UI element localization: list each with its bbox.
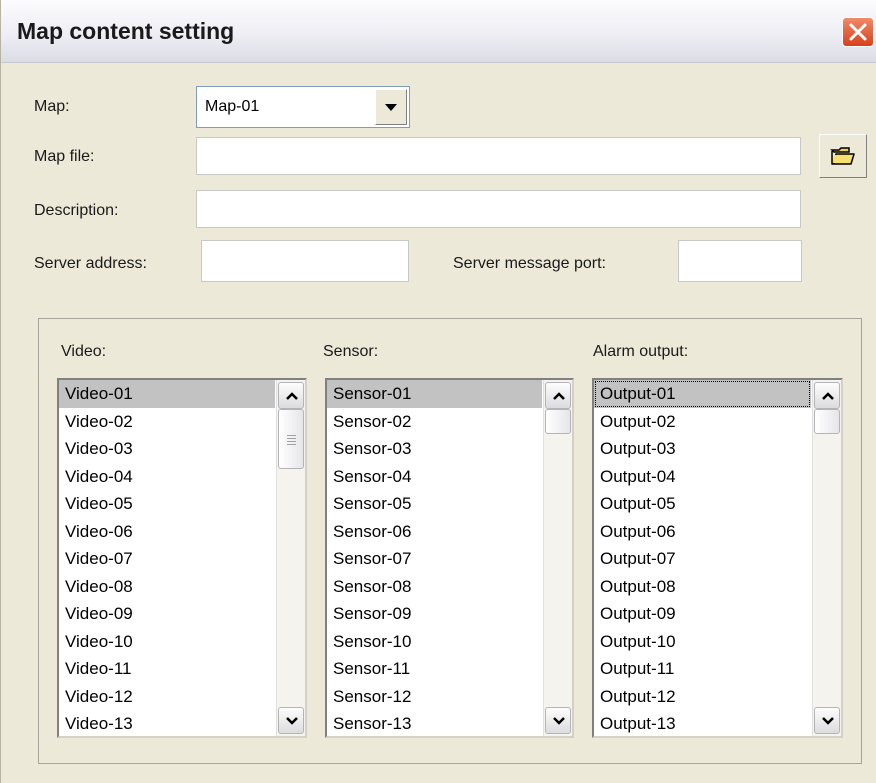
- map-select[interactable]: Map-01: [196, 86, 410, 128]
- list-item[interactable]: Video-07: [59, 545, 275, 573]
- sensor-list-scrollbar[interactable]: [543, 380, 572, 736]
- server-address-input[interactable]: [201, 240, 409, 282]
- list-item[interactable]: Video-11: [59, 655, 275, 683]
- list-item[interactable]: Output-04: [594, 463, 811, 491]
- list-item[interactable]: Video-04: [59, 463, 275, 491]
- list-item[interactable]: Video-09: [59, 600, 275, 628]
- list-item[interactable]: Output-02: [594, 408, 811, 436]
- alarm-output-list-label: Alarm output:: [593, 343, 689, 360]
- list-item[interactable]: Sensor-07: [327, 545, 542, 573]
- sensor-list-label: Sensor:: [323, 343, 379, 360]
- list-item[interactable]: Sensor-09: [327, 600, 542, 628]
- chevron-down-icon: [286, 717, 298, 725]
- chevron-down-icon: [385, 104, 397, 111]
- chevron-down-icon: [553, 717, 565, 725]
- close-button[interactable]: [842, 17, 874, 47]
- list-item[interactable]: Output-09: [594, 600, 811, 628]
- list-item[interactable]: Video-03: [59, 435, 275, 463]
- scroll-up-button[interactable]: [545, 382, 571, 409]
- map-file-input[interactable]: [196, 137, 801, 175]
- server-port-input[interactable]: [678, 240, 802, 282]
- scroll-down-button[interactable]: [814, 707, 840, 734]
- scroll-down-button[interactable]: [545, 707, 571, 734]
- list-item[interactable]: Sensor-11: [327, 655, 542, 683]
- list-item[interactable]: Output-11: [594, 655, 811, 683]
- list-item[interactable]: Video-08: [59, 573, 275, 601]
- scroll-thumb[interactable]: [814, 409, 840, 434]
- browse-button[interactable]: [819, 134, 867, 178]
- server-port-label: Server message port:: [453, 255, 606, 272]
- video-list[interactable]: Video-01 Video-02 Video-03 Video-04 Vide…: [57, 378, 307, 738]
- dialog-title: Map content setting: [17, 18, 235, 44]
- list-item[interactable]: Sensor-01: [327, 380, 542, 408]
- scroll-thumb[interactable]: [545, 409, 571, 434]
- scroll-thumb[interactable]: [278, 409, 304, 469]
- list-item[interactable]: Video-10: [59, 628, 275, 656]
- chevron-up-icon: [286, 392, 298, 400]
- list-item[interactable]: Sensor-06: [327, 518, 542, 546]
- alarm-output-list[interactable]: Output-01 Output-02 Output-03 Output-04 …: [592, 378, 843, 738]
- list-item[interactable]: Output-10: [594, 628, 811, 656]
- list-item[interactable]: Output-05: [594, 490, 811, 518]
- sensor-list-items: Sensor-01 Sensor-02 Sensor-03 Sensor-04 …: [327, 380, 542, 736]
- list-item[interactable]: Video-02: [59, 408, 275, 436]
- list-item[interactable]: Sensor-08: [327, 573, 542, 601]
- list-item[interactable]: Sensor-03: [327, 435, 542, 463]
- title-bar[interactable]: Map content setting: [1, 0, 876, 63]
- map-file-label: Map file:: [34, 148, 95, 165]
- video-list-items: Video-01 Video-02 Video-03 Video-04 Vide…: [59, 380, 275, 736]
- list-item[interactable]: Output-01: [594, 380, 811, 408]
- map-content-dialog: Map content setting Map: Map-01 Map file…: [0, 0, 876, 783]
- list-item[interactable]: Output-06: [594, 518, 811, 546]
- list-item[interactable]: Output-13: [594, 710, 811, 736]
- list-item[interactable]: Sensor-02: [327, 408, 542, 436]
- list-item[interactable]: Sensor-10: [327, 628, 542, 656]
- scroll-up-button[interactable]: [814, 382, 840, 409]
- map-select-value: Map-01: [205, 98, 260, 115]
- chevron-up-icon: [822, 392, 834, 400]
- list-item[interactable]: Video-05: [59, 490, 275, 518]
- video-list-label: Video:: [61, 343, 107, 360]
- video-list-scrollbar[interactable]: [276, 380, 305, 736]
- list-item[interactable]: Output-07: [594, 545, 811, 573]
- list-item[interactable]: Video-12: [59, 683, 275, 711]
- scroll-down-button[interactable]: [278, 707, 304, 734]
- server-address-label: Server address:: [34, 255, 147, 272]
- list-item[interactable]: Sensor-04: [327, 463, 542, 491]
- chevron-up-icon: [553, 392, 565, 400]
- chevron-down-icon: [822, 717, 834, 725]
- list-item[interactable]: Video-13: [59, 710, 275, 736]
- map-select-dropdown-button[interactable]: [375, 89, 407, 125]
- scroll-up-button[interactable]: [278, 382, 304, 409]
- list-item[interactable]: Output-12: [594, 683, 811, 711]
- alarm-output-list-items: Output-01 Output-02 Output-03 Output-04 …: [594, 380, 811, 736]
- list-item[interactable]: Output-03: [594, 435, 811, 463]
- map-label: Map:: [34, 98, 70, 115]
- folder-icon: [830, 147, 855, 165]
- list-item[interactable]: Video-06: [59, 518, 275, 546]
- list-item[interactable]: Sensor-13: [327, 710, 542, 736]
- sensor-list[interactable]: Sensor-01 Sensor-02 Sensor-03 Sensor-04 …: [325, 378, 574, 738]
- list-item[interactable]: Sensor-12: [327, 683, 542, 711]
- close-icon: [849, 23, 867, 41]
- description-input[interactable]: [196, 190, 801, 228]
- list-item[interactable]: Output-08: [594, 573, 811, 601]
- list-item[interactable]: Sensor-05: [327, 490, 542, 518]
- list-item[interactable]: Video-01: [59, 380, 275, 408]
- alarm-output-list-scrollbar[interactable]: [812, 380, 841, 736]
- description-label: Description:: [34, 202, 119, 219]
